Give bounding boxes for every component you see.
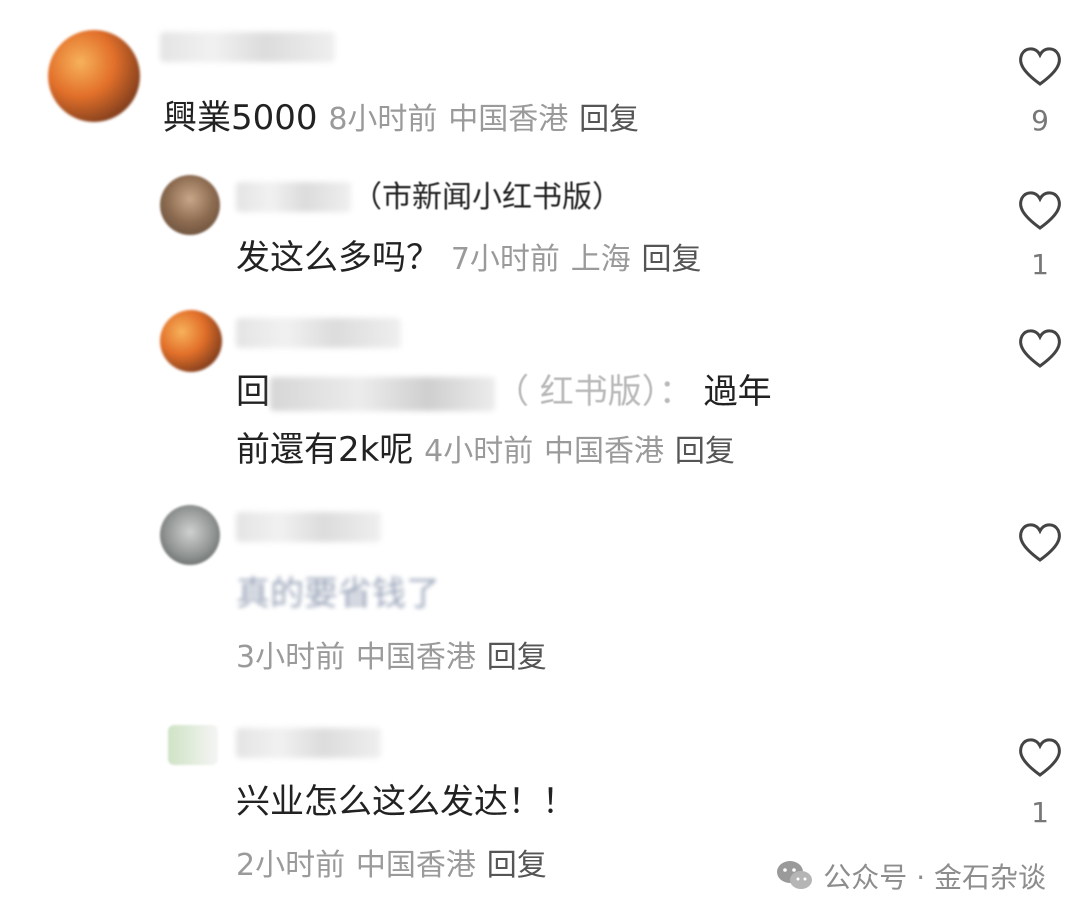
- like-count: 1: [1031, 248, 1049, 281]
- username-blurred[interactable]: [236, 512, 381, 542]
- comment-location: 中国香港: [448, 102, 569, 137]
- comment-time: 3小时前: [236, 640, 346, 675]
- username-blurred[interactable]: [236, 318, 401, 348]
- avatar[interactable]: [160, 310, 222, 372]
- comment-location: 上海: [570, 242, 631, 277]
- reply-button[interactable]: 回复: [642, 242, 702, 277]
- username-blurred[interactable]: [236, 728, 381, 758]
- avatar[interactable]: [160, 175, 220, 235]
- comment-5-meta: 2小时前 中国香港 回复: [236, 842, 547, 888]
- comment-5-text: 兴业怎么这么发达！！: [236, 780, 576, 824]
- reply-prefix: 回: [236, 372, 270, 412]
- comment-text: 前還有2k呢: [236, 430, 414, 470]
- reply-target-blurred[interactable]: [270, 376, 495, 411]
- comment-location: 中国香港: [544, 434, 665, 469]
- avatar[interactable]: [160, 505, 220, 565]
- comment-text: 真的要省钱了: [236, 574, 440, 614]
- comment-4-meta: 3小时前 中国香港 回复: [236, 634, 547, 680]
- reply-button[interactable]: 回复: [579, 102, 639, 137]
- comment-time: 7小时前: [450, 242, 560, 277]
- watermark-text: 公众号 · 金石杂谈: [823, 861, 1046, 894]
- comment-text: 兴业怎么这么发达！！: [236, 782, 576, 822]
- watermark: 公众号 · 金石杂谈: [775, 856, 1046, 896]
- reply-button[interactable]: 回复: [487, 848, 547, 883]
- comment-text: 发这么多吗？: [236, 238, 440, 278]
- username-blurred[interactable]: [236, 182, 351, 212]
- like-heart-icon[interactable]: [1016, 44, 1064, 88]
- comment-1: 興業5000 8小时前 中国香港 回复: [163, 96, 639, 142]
- like-count: 1: [1031, 796, 1049, 829]
- reply-target-suffix: （ 红书版）：: [495, 372, 693, 412]
- comment-time: 2小时前: [236, 848, 346, 883]
- reply-button[interactable]: 回复: [675, 434, 735, 469]
- avatar[interactable]: [48, 30, 140, 122]
- reply-button[interactable]: 回复: [487, 640, 547, 675]
- username-suffix: （市新闻小红书版）: [352, 180, 622, 215]
- like-heart-icon[interactable]: [1016, 188, 1064, 232]
- comment-location: 中国香港: [355, 640, 476, 675]
- username-blurred[interactable]: [160, 32, 335, 62]
- comment-2: 发这么多吗？ 7小时前 上海 回复: [236, 236, 702, 282]
- comment-3-line2: 前還有2k呢 4小时前 中国香港 回复: [236, 428, 735, 474]
- comment-text: 過年: [703, 372, 772, 412]
- comment-time: 8小时前: [328, 102, 438, 137]
- like-heart-icon[interactable]: [1016, 326, 1064, 370]
- comment-location: 中国香港: [355, 848, 476, 883]
- wechat-icon: [777, 861, 813, 889]
- like-count: 9: [1031, 104, 1049, 137]
- comment-4-text: 真的要省钱了: [236, 572, 440, 616]
- comment-text: 興業5000: [163, 98, 318, 138]
- like-heart-icon[interactable]: [1016, 520, 1064, 564]
- avatar[interactable]: [168, 725, 218, 765]
- like-heart-icon[interactable]: [1016, 735, 1064, 779]
- comment-3-line1: 回 （ 红书版）： 過年: [236, 370, 772, 414]
- comment-time: 4小时前: [424, 434, 534, 469]
